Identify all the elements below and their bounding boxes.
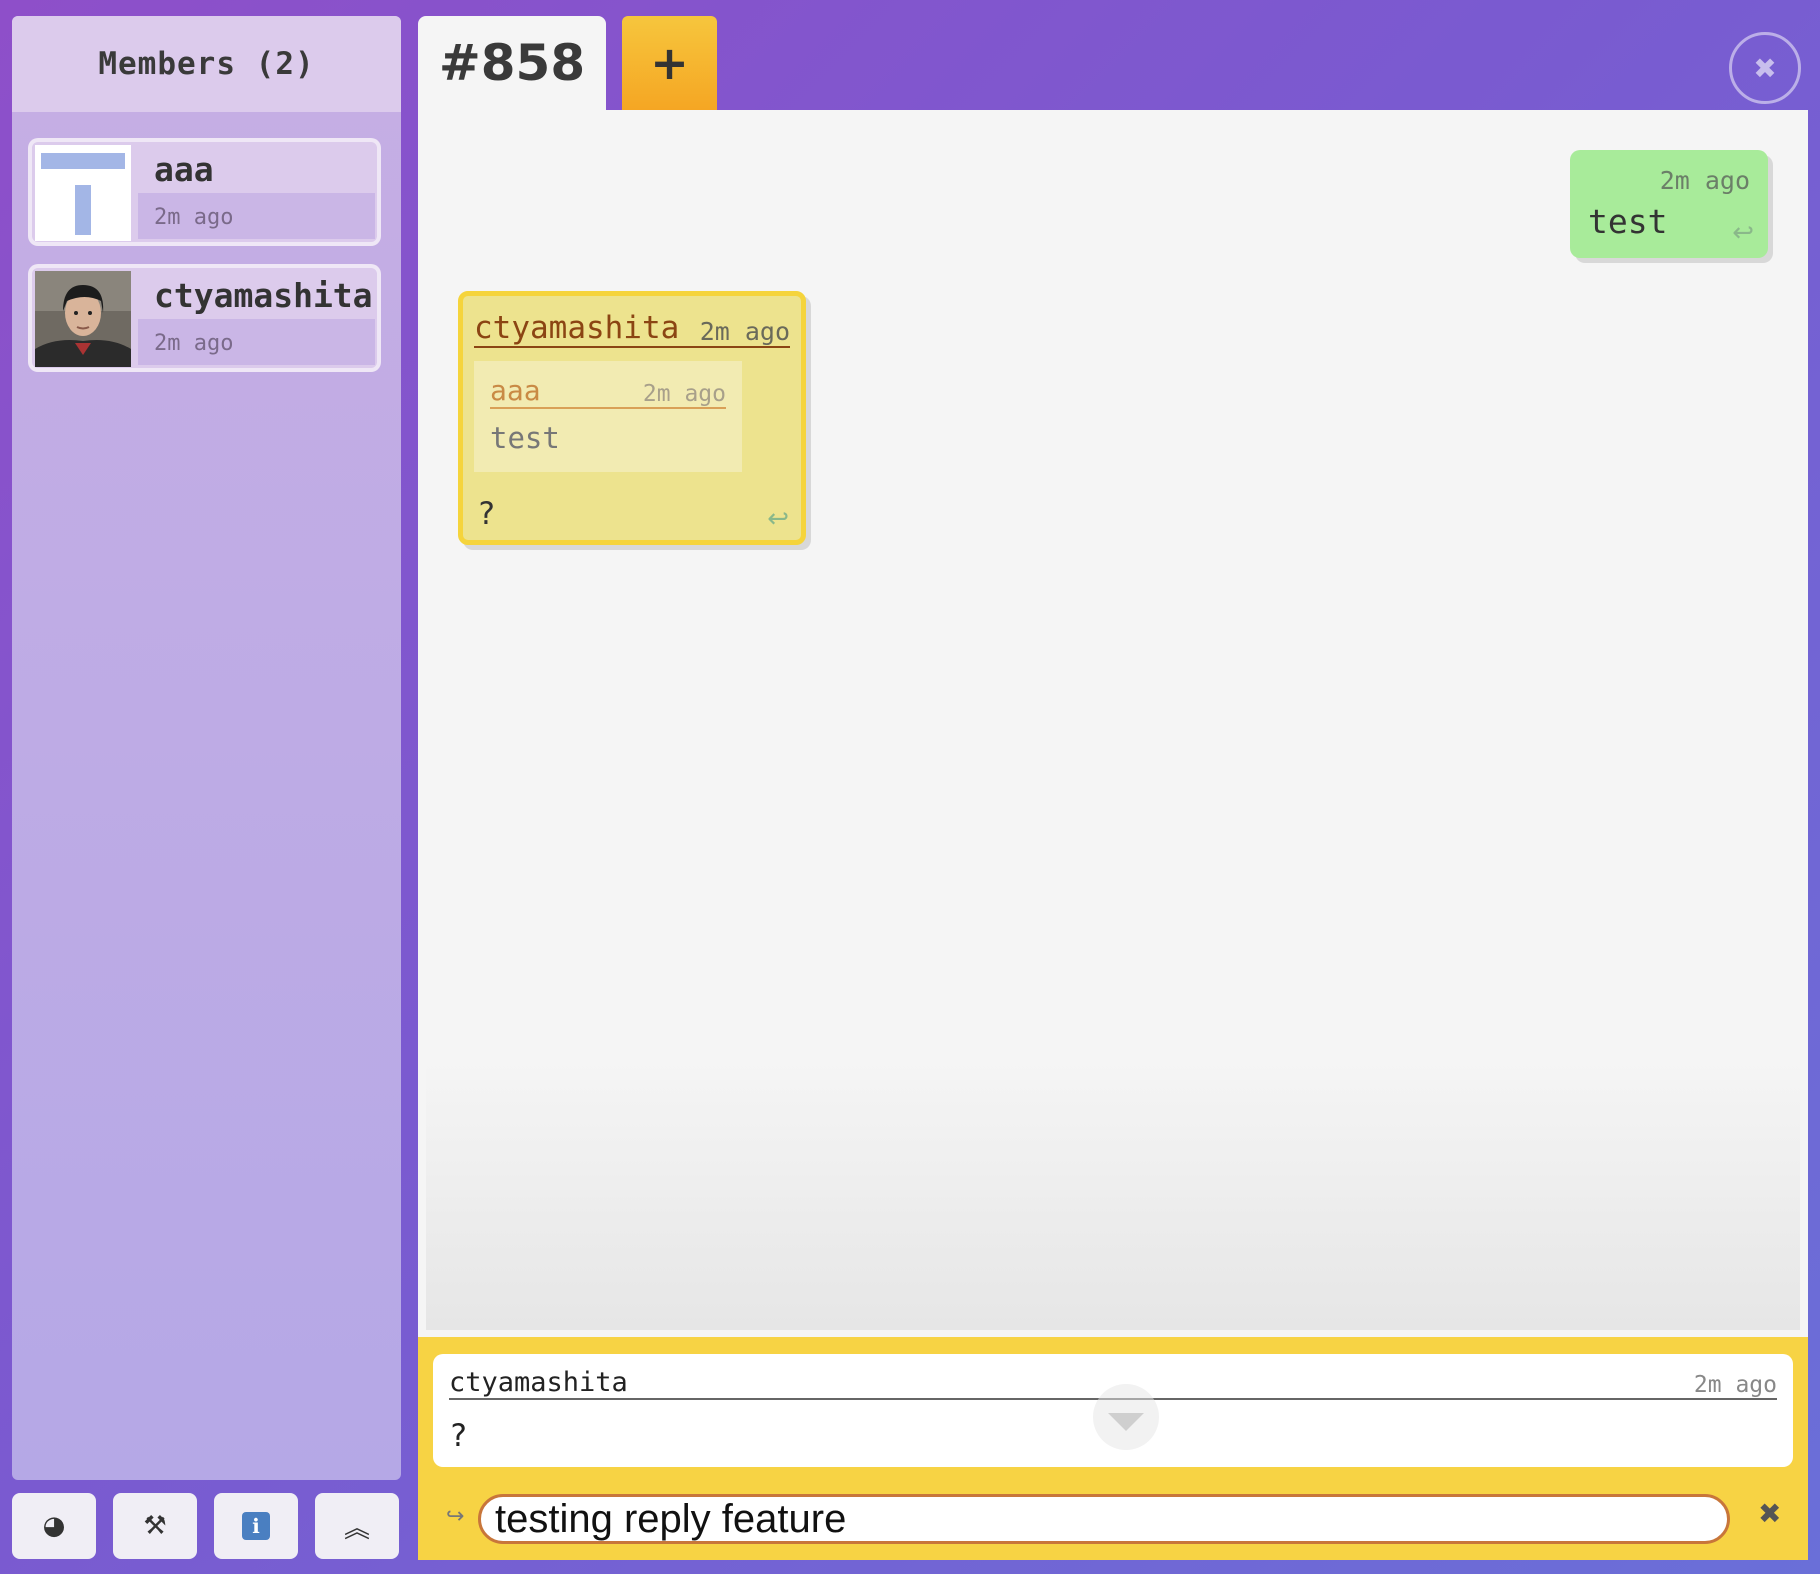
reply-target-time: 2m ago xyxy=(1693,1372,1777,1398)
quoted-message[interactable]: aaa 2m ago test xyxy=(474,361,742,472)
user-photo-icon xyxy=(35,271,131,367)
close-button[interactable]: ✖ xyxy=(1729,32,1801,104)
tools-icon: ⚒ xyxy=(143,1511,167,1541)
plus-icon: + xyxy=(650,36,689,90)
info-button[interactable]: ℹ xyxy=(214,1493,298,1559)
reply-target-body: ? xyxy=(449,1418,468,1454)
add-tab-button[interactable]: + xyxy=(622,16,717,110)
tab-channel-858[interactable]: #858 xyxy=(418,16,606,110)
theme-button[interactable]: ◕ xyxy=(12,1493,96,1559)
member-last-seen: 2m ago xyxy=(154,205,234,230)
member-item-aaa[interactable]: aaa 2m ago xyxy=(28,138,381,246)
quoted-time: 2m ago xyxy=(642,381,726,407)
info-icon: ℹ xyxy=(242,1512,270,1540)
collapse-icon: ︽ xyxy=(343,1513,370,1544)
collapse-button[interactable]: ︽ xyxy=(315,1493,399,1559)
quoted-body: test xyxy=(490,421,560,455)
scroll-down-button[interactable] xyxy=(1093,1384,1159,1450)
message-other[interactable]: ctyamashita 2m ago aaa 2m ago test ? ↩ xyxy=(458,291,806,545)
message-header: ctyamashita 2m ago xyxy=(474,310,790,348)
message-self[interactable]: 2m ago test ↩ xyxy=(1570,150,1768,258)
palette-icon: ◕ xyxy=(42,1511,66,1541)
reply-icon[interactable]: ↩ xyxy=(767,504,789,534)
message-input[interactable] xyxy=(478,1494,1730,1544)
message-body: ? xyxy=(477,496,496,532)
members-header: Members (2) xyxy=(12,16,401,112)
member-name: ctyamashita xyxy=(154,276,373,315)
reply-icon[interactable]: ↩ xyxy=(1732,218,1754,248)
generated-avatar-icon xyxy=(35,145,131,241)
message-time: 2m ago xyxy=(1659,166,1750,195)
member-name: aaa xyxy=(154,150,214,189)
reply-target-author: ctyamashita xyxy=(449,1367,628,1398)
message-body: test xyxy=(1588,202,1668,241)
quoted-author: aaa xyxy=(490,374,541,407)
reply-indicator-icon: ↪ xyxy=(446,1504,465,1529)
reply-preview: ctyamashita 2m ago ? xyxy=(433,1354,1793,1467)
chevron-down-icon xyxy=(1108,1413,1144,1431)
settings-button[interactable]: ⚒ xyxy=(113,1493,197,1559)
avatar xyxy=(35,145,131,241)
member-item-ctyamashita[interactable]: ctyamashita 2m ago xyxy=(28,264,381,372)
message-time: 2m ago xyxy=(699,317,790,346)
close-icon: ✖ xyxy=(1753,51,1777,85)
cancel-reply-icon[interactable]: ✖ xyxy=(1758,1497,1781,1530)
member-last-seen: 2m ago xyxy=(154,331,234,356)
reply-composer: ctyamashita 2m ago ? ↪ ✖ xyxy=(418,1337,1808,1560)
members-sidebar: Members (2) aaa 2m ago ctyamashita 2m ag… xyxy=(12,16,401,1480)
message-author[interactable]: ctyamashita xyxy=(474,310,679,346)
avatar xyxy=(35,271,131,367)
